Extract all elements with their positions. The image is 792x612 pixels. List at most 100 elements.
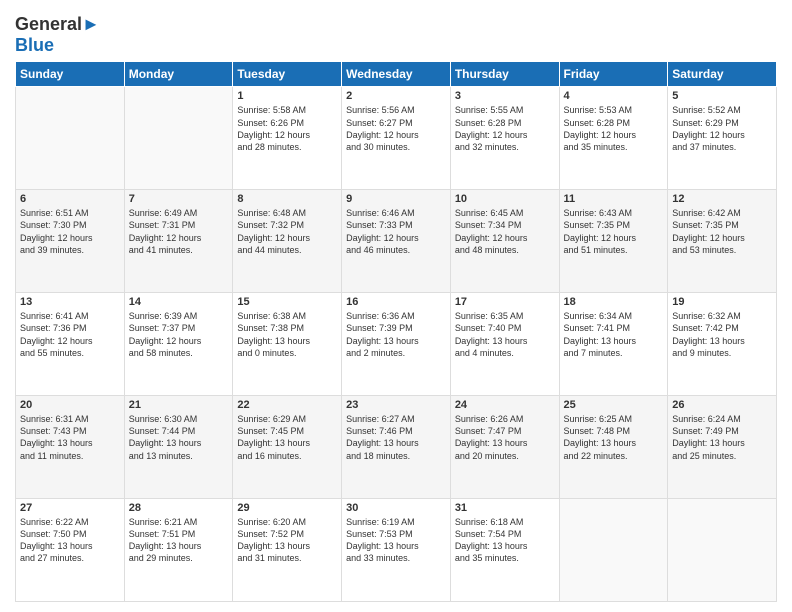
day-number: 11 [564, 193, 664, 205]
day-number: 25 [564, 399, 664, 411]
day-number: 8 [237, 193, 337, 205]
calendar-cell: 12 Sunrise: 6:42 AMSunset: 7:35 PMDayligh… [668, 190, 777, 293]
week-row-2: 13 Sunrise: 6:41 AMSunset: 7:36 PMDayligh… [16, 293, 777, 396]
day-number: 16 [346, 296, 446, 308]
day-number: 31 [455, 502, 555, 514]
day-info: Sunrise: 6:45 AMSunset: 7:34 PMDaylight:… [455, 207, 555, 256]
calendar-cell: 13 Sunrise: 6:41 AMSunset: 7:36 PMDayligh… [16, 293, 125, 396]
calendar-cell [16, 87, 125, 190]
day-number: 12 [672, 193, 772, 205]
calendar-cell: 20Sunrise: 6:31 AMSunset: 7:43 PMDayligh… [16, 396, 125, 499]
calendar-cell: 24Sunrise: 6:26 AMSunset: 7:47 PMDayligh… [450, 396, 559, 499]
day-info: Sunrise: 5:53 AMSunset: 6:28 PMDaylight:… [564, 104, 664, 153]
day-info: Sunrise: 6:46 AMSunset: 7:33 PMDaylight:… [346, 207, 446, 256]
day-number: 9 [346, 193, 446, 205]
day-info: Sunrise: 6:42 AMSunset: 7:35 PMDaylight:… [672, 207, 772, 256]
day-info: Sunrise: 6:36 AMSunset: 7:39 PMDaylight:… [346, 310, 446, 359]
day-info: Sunrise: 6:22 AMSunset: 7:50 PMDaylight:… [20, 516, 120, 565]
calendar-cell [559, 499, 668, 602]
calendar-header-row: SundayMondayTuesdayWednesdayThursdayFrid… [16, 62, 777, 87]
week-row-0: 1 Sunrise: 5:58 AMSunset: 6:26 PMDaylight… [16, 87, 777, 190]
day-info: Sunrise: 6:31 AMSunset: 7:43 PMDaylight:… [20, 413, 120, 462]
calendar-cell: 27 Sunrise: 6:22 AMSunset: 7:50 PMDayligh… [16, 499, 125, 602]
day-info: Sunrise: 6:49 AMSunset: 7:31 PMDaylight:… [129, 207, 229, 256]
day-info: Sunrise: 5:55 AMSunset: 6:28 PMDaylight:… [455, 104, 555, 153]
calendar-cell: 29 Sunrise: 6:20 AMSunset: 7:52 PMDayligh… [233, 499, 342, 602]
calendar-cell: 23Sunrise: 6:27 AMSunset: 7:46 PMDayligh… [342, 396, 451, 499]
day-header-friday: Friday [559, 62, 668, 87]
day-info: Sunrise: 6:20 AMSunset: 7:52 PMDaylight:… [237, 516, 337, 565]
logo-text2: Blue [15, 35, 100, 56]
calendar-cell: 6 Sunrise: 6:51 AMSunset: 7:30 PMDaylight… [16, 190, 125, 293]
day-info: Sunrise: 5:52 AMSunset: 6:29 PMDaylight:… [672, 104, 772, 153]
day-number: 4 [564, 90, 664, 102]
calendar-table: SundayMondayTuesdayWednesdayThursdayFrid… [15, 61, 777, 602]
calendar-cell: 30 Sunrise: 6:19 AMSunset: 7:53 PMDayligh… [342, 499, 451, 602]
day-info: Sunrise: 6:32 AMSunset: 7:42 PMDaylight:… [672, 310, 772, 359]
logo-text: General► [15, 14, 100, 35]
calendar-cell: 5 Sunrise: 5:52 AMSunset: 6:29 PMDaylight… [668, 87, 777, 190]
day-info: Sunrise: 5:58 AMSunset: 6:26 PMDaylight:… [237, 104, 337, 153]
calendar-cell: 19 Sunrise: 6:32 AMSunset: 7:42 PMDayligh… [668, 293, 777, 396]
day-number: 26 [672, 399, 772, 411]
day-header-monday: Monday [124, 62, 233, 87]
day-info: Sunrise: 5:56 AMSunset: 6:27 PMDaylight:… [346, 104, 446, 153]
calendar-cell: 3 Sunrise: 5:55 AMSunset: 6:28 PMDaylight… [450, 87, 559, 190]
day-number: 30 [346, 502, 446, 514]
calendar-cell: 15Sunrise: 6:38 AMSunset: 7:38 PMDayligh… [233, 293, 342, 396]
day-number: 14 [129, 296, 229, 308]
day-info: Sunrise: 6:18 AMSunset: 7:54 PMDaylight:… [455, 516, 555, 565]
day-header-tuesday: Tuesday [233, 62, 342, 87]
calendar-cell: 26Sunrise: 6:24 AMSunset: 7:49 PMDayligh… [668, 396, 777, 499]
page: General► Blue SundayMondayTuesdayWednesd… [0, 0, 792, 612]
calendar-cell: 14 Sunrise: 6:39 AMSunset: 7:37 PMDayligh… [124, 293, 233, 396]
day-number: 1 [237, 90, 337, 102]
day-info: Sunrise: 6:41 AMSunset: 7:36 PMDaylight:… [20, 310, 120, 359]
day-info: Sunrise: 6:25 AMSunset: 7:48 PMDaylight:… [564, 413, 664, 462]
logo: General► Blue [15, 14, 100, 55]
day-number: 18 [564, 296, 664, 308]
day-info: Sunrise: 6:19 AMSunset: 7:53 PMDaylight:… [346, 516, 446, 565]
day-number: 13 [20, 296, 120, 308]
day-info: Sunrise: 6:26 AMSunset: 7:47 PMDaylight:… [455, 413, 555, 462]
calendar-cell: 31 Sunrise: 6:18 AMSunset: 7:54 PMDayligh… [450, 499, 559, 602]
day-number: 27 [20, 502, 120, 514]
day-header-wednesday: Wednesday [342, 62, 451, 87]
calendar-cell: 17Sunrise: 6:35 AMSunset: 7:40 PMDayligh… [450, 293, 559, 396]
day-header-thursday: Thursday [450, 62, 559, 87]
week-row-1: 6 Sunrise: 6:51 AMSunset: 7:30 PMDaylight… [16, 190, 777, 293]
day-header-sunday: Sunday [16, 62, 125, 87]
day-header-saturday: Saturday [668, 62, 777, 87]
day-info: Sunrise: 6:30 AMSunset: 7:44 PMDaylight:… [129, 413, 229, 462]
day-number: 5 [672, 90, 772, 102]
day-number: 19 [672, 296, 772, 308]
day-number: 28 [129, 502, 229, 514]
calendar-cell: 1 Sunrise: 5:58 AMSunset: 6:26 PMDaylight… [233, 87, 342, 190]
day-number: 2 [346, 90, 446, 102]
day-info: Sunrise: 6:21 AMSunset: 7:51 PMDaylight:… [129, 516, 229, 565]
calendar-cell: 7Sunrise: 6:49 AMSunset: 7:31 PMDaylight… [124, 190, 233, 293]
calendar-cell: 21 Sunrise: 6:30 AMSunset: 7:44 PMDayligh… [124, 396, 233, 499]
day-number: 22 [237, 399, 337, 411]
day-info: Sunrise: 6:51 AMSunset: 7:30 PMDaylight:… [20, 207, 120, 256]
day-number: 6 [20, 193, 120, 205]
calendar-cell: 11Sunrise: 6:43 AMSunset: 7:35 PMDayligh… [559, 190, 668, 293]
day-number: 15 [237, 296, 337, 308]
day-info: Sunrise: 6:39 AMSunset: 7:37 PMDaylight:… [129, 310, 229, 359]
day-number: 21 [129, 399, 229, 411]
day-number: 17 [455, 296, 555, 308]
day-number: 29 [237, 502, 337, 514]
calendar-cell: 18Sunrise: 6:34 AMSunset: 7:41 PMDayligh… [559, 293, 668, 396]
calendar-cell: 9 Sunrise: 6:46 AMSunset: 7:33 PMDaylight… [342, 190, 451, 293]
day-info: Sunrise: 6:27 AMSunset: 7:46 PMDaylight:… [346, 413, 446, 462]
calendar-cell: 10Sunrise: 6:45 AMSunset: 7:34 PMDayligh… [450, 190, 559, 293]
calendar-cell: 4 Sunrise: 5:53 AMSunset: 6:28 PMDaylight… [559, 87, 668, 190]
day-info: Sunrise: 6:29 AMSunset: 7:45 PMDaylight:… [237, 413, 337, 462]
day-info: Sunrise: 6:48 AMSunset: 7:32 PMDaylight:… [237, 207, 337, 256]
header: General► Blue [15, 10, 777, 55]
calendar-cell: 2 Sunrise: 5:56 AMSunset: 6:27 PMDaylight… [342, 87, 451, 190]
day-number: 3 [455, 90, 555, 102]
calendar-cell: 16 Sunrise: 6:36 AMSunset: 7:39 PMDayligh… [342, 293, 451, 396]
week-row-4: 27 Sunrise: 6:22 AMSunset: 7:50 PMDayligh… [16, 499, 777, 602]
week-row-3: 20Sunrise: 6:31 AMSunset: 7:43 PMDayligh… [16, 396, 777, 499]
